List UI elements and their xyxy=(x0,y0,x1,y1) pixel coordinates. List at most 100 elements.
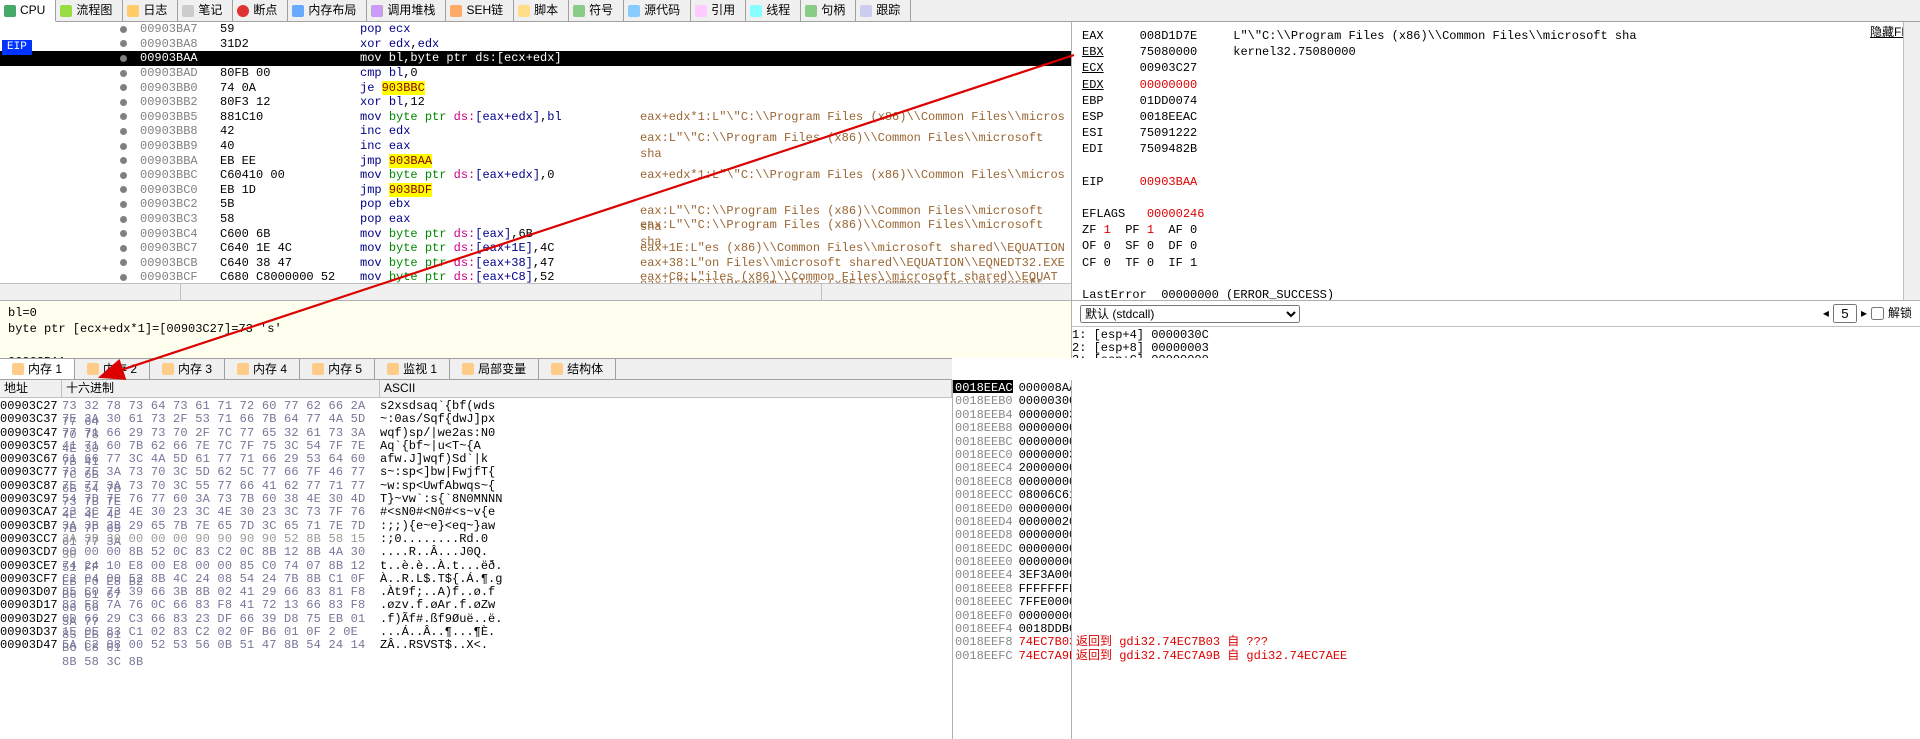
tab-句柄[interactable]: 句柄 xyxy=(801,0,856,21)
call-row[interactable] xyxy=(1072,514,1920,527)
disasm-row[interactable]: 00903BC4C600 6Bmov byte ptr ds:[eax],6Be… xyxy=(0,226,1071,241)
breakpoint-dot[interactable] xyxy=(120,128,127,135)
flag-row[interactable]: ZF 1 PF 1 AF 0 xyxy=(1082,222,1910,238)
stack-row[interactable]: 0018EEB400000003 xyxy=(953,407,1071,420)
registers-view[interactable]: 隐藏FPU EAX 008D1D7E L"\"C:\\Program Files… xyxy=(1072,22,1920,300)
stack-row[interactable]: 0018EECC08006C61 xyxy=(953,487,1071,500)
call-row[interactable] xyxy=(1072,527,1920,540)
disasm-row[interactable]: 00903BA831D2xor edx,edx xyxy=(0,37,1071,52)
stack-row[interactable]: 0018EEE8FFFFFFFF xyxy=(953,581,1071,594)
stack-row[interactable]: 0018EEAC000008AA xyxy=(953,380,1071,393)
stack-row[interactable]: 0018EEF000000000 xyxy=(953,608,1071,621)
tab-内存布局[interactable]: 内存布局 xyxy=(288,0,367,21)
call-row[interactable] xyxy=(1072,594,1920,607)
memtab-5[interactable]: 监视 1 xyxy=(375,359,450,379)
stack-arg[interactable]: 3: [esp+C] 00000000 xyxy=(1072,352,1920,358)
dump-row[interactable]: 00903CF7C2 04 00 52 8B 4C 24 08 54 24 7B… xyxy=(0,571,952,584)
dump-row[interactable]: 00903D270D 66 29 C3 66 83 23 DF 66 39 D8… xyxy=(0,611,952,624)
breakpoint-dot[interactable] xyxy=(120,99,127,106)
breakpoint-dot[interactable] xyxy=(120,157,127,164)
breakpoint-dot[interactable] xyxy=(120,274,127,281)
dump-row[interactable]: 00903D371E 0E 83 C1 02 83 C2 02 0F B6 01… xyxy=(0,624,952,637)
disasm-row[interactable]: 00903BB280F3 12xor bl,12 xyxy=(0,95,1071,110)
dump-row[interactable]: 00903D1783 F8 7A 76 0C 66 83 F8 41 72 13… xyxy=(0,597,952,610)
tab-日志[interactable]: 日志 xyxy=(123,0,178,21)
disasm-row[interactable]: 00903BC0EB 1Djmp 903BDF xyxy=(0,183,1071,198)
regs-vscroll[interactable] xyxy=(1903,22,1920,300)
reg-EAX[interactable]: EAX 008D1D7E L"\"C:\\Program Files (x86)… xyxy=(1082,28,1910,44)
disasm-row[interactable]: 00903BAA8A1C11mov bl,byte ptr ds:[ecx+ed… xyxy=(0,51,1071,66)
dump-row[interactable]: 00903C2773 32 78 73 64 73 61 71 72 60 77… xyxy=(0,398,952,411)
disasm-row[interactable]: 00903BBCC60410 00mov byte ptr ds:[eax+ed… xyxy=(0,168,1071,183)
breakpoint-dot[interactable] xyxy=(120,40,127,47)
breakpoint-dot[interactable] xyxy=(120,26,127,33)
breakpoint-dot[interactable] xyxy=(120,172,127,179)
stack-arg[interactable]: 1: [esp+4] 0000030C xyxy=(1072,327,1920,340)
memtab-3[interactable]: 内存 4 xyxy=(225,359,300,379)
dump-row[interactable]: 00903D0785 C0 74 39 66 3B 8B 02 41 29 66… xyxy=(0,584,952,597)
call-row[interactable] xyxy=(1072,501,1920,514)
stack-row[interactable]: 0018EEB800000000 xyxy=(953,420,1071,433)
disasm-row[interactable]: 00903BAD80FB 00cmp bl,0 xyxy=(0,66,1071,81)
stack-row[interactable]: 0018EEF40018DDBC xyxy=(953,621,1071,634)
call-row[interactable] xyxy=(1072,581,1920,594)
stack-row[interactable]: 0018EEC420000000 xyxy=(953,460,1071,473)
call-row[interactable] xyxy=(1072,474,1920,487)
tab-引用[interactable]: 引用 xyxy=(691,0,746,21)
tab-调用堆栈[interactable]: 调用堆栈 xyxy=(367,0,446,21)
eflags[interactable]: EFLAGS 00000246 xyxy=(1082,206,1910,222)
dump-row[interactable]: 00903C4777 71 66 29 73 70 2F 7C 77 65 32… xyxy=(0,425,952,438)
call-row[interactable]: 返回到 gdi32.74EC7A9B 自 gdi32.74EC7AEE xyxy=(1072,648,1920,661)
breakpoint-dot[interactable] xyxy=(120,245,127,252)
memtab-4[interactable]: 内存 5 xyxy=(300,359,375,379)
dump-row[interactable]: 00903C9754 7D 7E 76 77 60 3A 73 7B 60 38… xyxy=(0,491,952,504)
reg-ECX[interactable]: ECX 00903C27 xyxy=(1082,60,1910,76)
call-row[interactable] xyxy=(1072,621,1920,634)
call-row[interactable] xyxy=(1072,487,1920,500)
dump-col-hex[interactable]: 十六进制 xyxy=(62,380,380,397)
stack-args-view[interactable]: 1: [esp+4] 0000030C2: [esp+8] 000000033:… xyxy=(1072,326,1920,358)
calling-convention-combo[interactable]: 默认 (stdcall) xyxy=(1080,305,1300,323)
dump-row[interactable]: 00903C377E 3A 30 61 73 2F 53 71 66 7B 64… xyxy=(0,411,952,424)
memtab-6[interactable]: 局部变量 xyxy=(450,359,539,379)
call-row[interactable] xyxy=(1072,420,1920,433)
call-row[interactable] xyxy=(1072,608,1920,621)
memtab-1[interactable]: 内存 2 xyxy=(75,359,150,379)
LastError[interactable]: LastError 00000000 (ERROR_SUCCESS) xyxy=(1082,287,1910,300)
dump-col-addr[interactable]: 地址 xyxy=(0,380,62,397)
dump-view[interactable]: 地址 十六进制 ASCII 00903C2773 32 78 73 64 73 … xyxy=(0,380,952,739)
arrow-right-icon[interactable]: ▸ xyxy=(1861,305,1867,321)
call-row[interactable] xyxy=(1072,460,1920,473)
arrow-left-icon[interactable]: ◂ xyxy=(1823,305,1829,321)
breakpoint-dot[interactable] xyxy=(120,70,127,77)
memtab-7[interactable]: 结构体 xyxy=(539,359,616,379)
stack-row[interactable]: 0018EEDC00000000 xyxy=(953,541,1071,554)
arg-count-input[interactable] xyxy=(1833,304,1857,323)
tab-符号[interactable]: 符号 xyxy=(569,0,624,21)
stack-row[interactable]: 0018EED000000000 xyxy=(953,501,1071,514)
dump-row[interactable]: 00903CB73A 3B 3B 29 65 7B 7E 65 7D 3C 65… xyxy=(0,518,952,531)
breakpoint-dot[interactable] xyxy=(120,55,127,62)
stack-row[interactable]: 0018EEFC74EC7A9B xyxy=(953,648,1071,661)
call-row[interactable] xyxy=(1072,567,1920,580)
tab-CPU[interactable]: CPU xyxy=(0,0,56,22)
call-row[interactable] xyxy=(1072,541,1920,554)
stack-row[interactable]: 0018EEE000000000 xyxy=(953,554,1071,567)
dump-row[interactable]: 00903C7773 7E 3A 73 70 3C 5D 62 5C 77 66… xyxy=(0,464,952,477)
breakpoint-dot[interactable] xyxy=(120,259,127,266)
tab-跟踪[interactable]: 跟踪 xyxy=(856,0,911,21)
stack-row[interactable]: 0018EEEC7FFE0000 xyxy=(953,594,1071,607)
reg-EIP[interactable]: EIP 00903BAA xyxy=(1082,174,1910,190)
dump-row[interactable]: 00903C6761 66 77 3C 4A 5D 61 77 71 66 29… xyxy=(0,451,952,464)
disasm-row[interactable]: 00903BB940inc eaxeax:L"\"C:\\Program Fil… xyxy=(0,139,1071,154)
reg-EBP[interactable]: EBP 01DD0074 xyxy=(1082,93,1910,109)
breakpoint-dot[interactable] xyxy=(120,84,127,91)
call-row[interactable] xyxy=(1072,380,1920,393)
breakpoint-dot[interactable] xyxy=(120,143,127,150)
reg-EBX[interactable]: EBX 75080000 kernel32.75080000 xyxy=(1082,44,1910,60)
breakpoint-dot[interactable] xyxy=(120,186,127,193)
stack-view[interactable]: 0018EEAC000008AA0018EEB00000030C0018EEB4… xyxy=(952,380,1072,739)
disasm-row[interactable]: 00903BC7C640 1E 4Cmov byte ptr ds:[eax+1… xyxy=(0,241,1071,256)
flag-row[interactable]: OF 0 SF 0 DF 0 xyxy=(1082,238,1910,254)
dump-row[interactable]: 00903C5741 71 60 7B 62 66 7E 7C 7F 75 3C… xyxy=(0,438,952,451)
